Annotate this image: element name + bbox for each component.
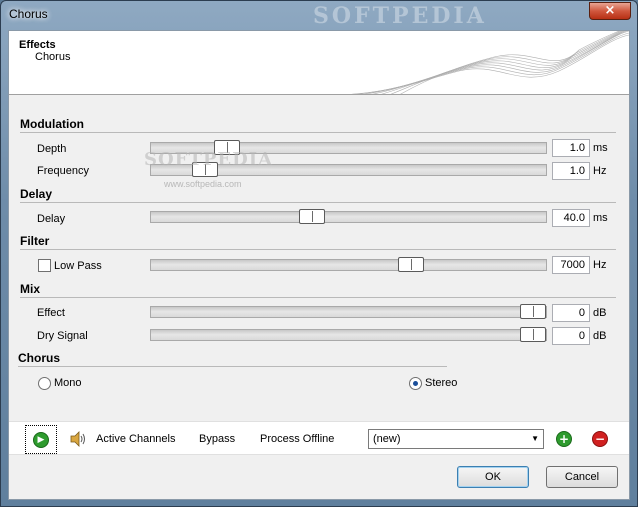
section-delay: Delay (20, 187, 53, 201)
header-title: Effects (19, 39, 56, 51)
frequency-value-field[interactable]: 1.0 (552, 162, 590, 180)
header-panel: Effects Chorus (9, 31, 629, 95)
process-offline-button[interactable]: Process Offline (260, 433, 334, 445)
active-channels-button[interactable]: Active Channels (96, 433, 176, 445)
effect-unit: dB (593, 307, 607, 319)
delay-value-field[interactable]: 40.0 (552, 209, 590, 227)
add-icon[interactable]: + (556, 431, 572, 447)
effect-value-field[interactable]: 0 (552, 304, 590, 322)
effect-label: Effect (37, 307, 65, 319)
filter-divider (20, 249, 616, 250)
effect-slider-thumb[interactable] (520, 304, 546, 319)
close-button[interactable]: × (589, 2, 631, 20)
mono-radio[interactable] (38, 377, 51, 390)
stereo-radio[interactable] (409, 377, 422, 390)
frequency-unit: Hz (593, 165, 607, 177)
chorus-window: Chorus SOFTPEDIA × Effects Chorus Modula… (0, 0, 638, 507)
lowpass-checkbox[interactable] (38, 259, 51, 272)
depth-unit: ms (593, 142, 608, 154)
section-chorus: Chorus (18, 351, 60, 365)
delay-slider[interactable] (150, 209, 547, 224)
dry-signal-label: Dry Signal (37, 330, 88, 342)
preset-combobox[interactable]: (new) ▼ (368, 429, 544, 449)
play-icon: ▶ (33, 432, 49, 448)
lowpass-value-field[interactable]: 7000 (552, 256, 590, 274)
lowpass-slider-thumb[interactable] (398, 257, 424, 272)
speaker-icon[interactable] (69, 431, 87, 447)
chorus-divider (18, 366, 447, 367)
cancel-button[interactable]: Cancel (546, 466, 618, 488)
delay-slider-thumb[interactable] (299, 209, 325, 224)
lowpass-label[interactable]: Low Pass (54, 260, 102, 272)
section-modulation: Modulation (20, 117, 84, 131)
section-mix: Mix (20, 282, 41, 296)
delay-label: Delay (37, 213, 66, 225)
lowpass-slider[interactable] (150, 257, 547, 272)
lowpass-unit: Hz (593, 259, 607, 271)
mix-divider (20, 297, 616, 298)
dry-signal-unit: dB (593, 330, 607, 342)
header-subtitle: Chorus (35, 51, 71, 63)
dry-signal-slider-thumb[interactable] (520, 327, 546, 342)
ok-button[interactable]: OK (457, 466, 529, 488)
modulation-divider (20, 132, 616, 133)
depth-value-field[interactable]: 1.0 (552, 139, 590, 157)
title-bar[interactable]: Chorus SOFTPEDIA × (1, 1, 637, 29)
bottom-toolbar: ▶ Active Channels Bypass Process Offline… (9, 421, 629, 455)
preset-combobox-value: (new) (373, 433, 401, 445)
softpedia-url-watermark: www.softpedia.com (164, 179, 242, 189)
window-title: Chorus (9, 7, 48, 21)
wave-graphic (350, 31, 629, 94)
delay-unit: ms (593, 212, 608, 224)
remove-icon[interactable]: − (592, 431, 608, 447)
section-filter: Filter (20, 234, 50, 248)
title-watermark: SOFTPEDIA (313, 3, 487, 29)
softpedia-watermark: SOFTPEDIA (144, 149, 274, 170)
depth-label: Depth (37, 143, 67, 155)
frequency-label: Frequency (37, 165, 89, 177)
dialog-client: Effects Chorus Modulation Depth 1.0 ms F… (8, 30, 630, 500)
stereo-label[interactable]: Stereo (425, 377, 457, 389)
bypass-button[interactable]: Bypass (199, 433, 235, 445)
play-button[interactable]: ▶ (25, 425, 57, 454)
mono-label[interactable]: Mono (54, 377, 82, 389)
chevron-down-icon[interactable]: ▼ (531, 430, 539, 448)
dry-signal-slider[interactable] (150, 327, 547, 342)
dry-signal-value-field[interactable]: 0 (552, 327, 590, 345)
delay-divider (20, 202, 616, 203)
effect-slider[interactable] (150, 304, 547, 319)
